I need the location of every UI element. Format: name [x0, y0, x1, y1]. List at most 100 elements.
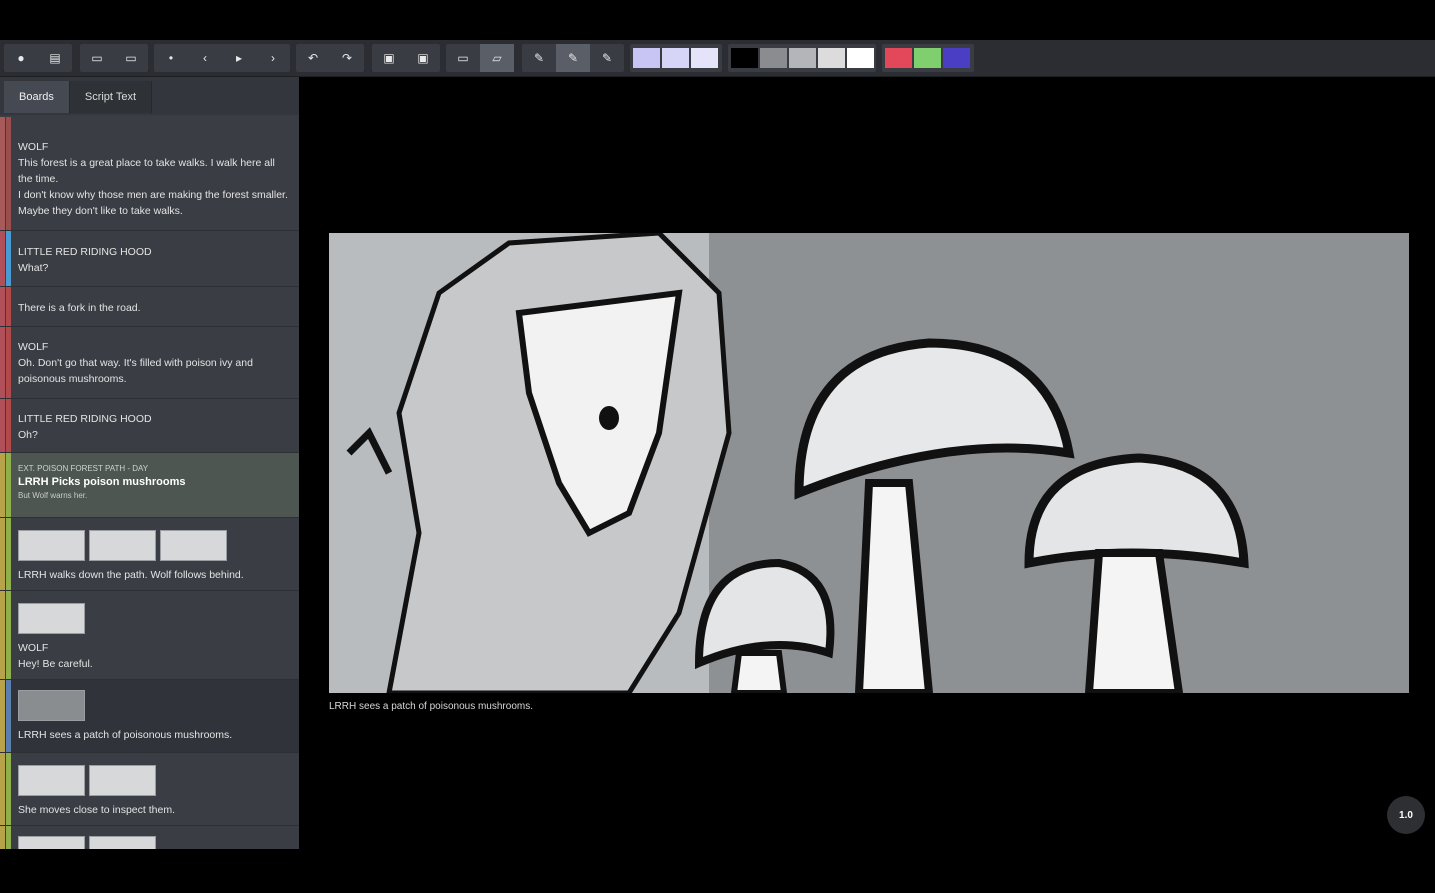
row-color-bar [0, 680, 5, 752]
navigation-group: • ‹ ▸ › [154, 44, 290, 72]
board-thumbnails [18, 690, 289, 721]
board-row-selected[interactable]: LRRH sees a patch of poisonous mushrooms… [0, 680, 299, 753]
row-color-bar [6, 826, 11, 849]
layer-down-icon[interactable]: ▣ [406, 44, 440, 72]
tab-script-text[interactable]: Script Text [69, 81, 153, 113]
board-thumbnails [18, 836, 289, 849]
dialogue: Hey! Be careful. [18, 658, 93, 670]
dialogue: This forest is a great place to take wal… [18, 157, 275, 185]
board-thumbnail[interactable] [18, 603, 85, 634]
brush-icon[interactable]: ✎ [590, 44, 624, 72]
board-thumbnails [18, 603, 289, 634]
dialogue: Oh. Don't go that way. It's filled with … [18, 357, 253, 385]
script-row[interactable]: LITTLE RED RIDING HOOD Oh? [0, 399, 299, 453]
prev-icon[interactable]: ‹ [188, 44, 222, 72]
info-icon[interactable]: ● [4, 44, 38, 72]
pencil-icon[interactable]: ✎ [522, 44, 556, 72]
row-color-bar [0, 399, 5, 452]
color-swatch[interactable] [633, 48, 660, 68]
row-color-bar [0, 518, 5, 590]
script-row[interactable]: There is a fork in the road. [0, 287, 299, 327]
board-row[interactable]: WOLF Hey! Be careful. [0, 591, 299, 680]
board-row[interactable] [0, 826, 299, 849]
board-thumbnail[interactable] [18, 690, 85, 721]
pen-group: ✎ ✎ ✎ [522, 44, 624, 72]
action: There is a fork in the road. [18, 302, 141, 314]
row-color-bar [6, 753, 11, 825]
row-color-bar [6, 327, 11, 398]
eraser-icon[interactable]: ▱ [480, 44, 514, 72]
color-swatch[interactable] [731, 48, 758, 68]
row-color-bar [0, 287, 5, 326]
row-color-bar [0, 753, 5, 825]
pen-icon[interactable]: ✎ [556, 44, 590, 72]
color-swatch[interactable] [885, 48, 912, 68]
board-thumbnail[interactable] [18, 765, 85, 796]
color-swatch[interactable] [760, 48, 787, 68]
scene-heading: EXT. POISON FOREST PATH - DAY [18, 464, 149, 473]
row-color-bar [6, 518, 11, 590]
palette-light [630, 44, 722, 72]
board-thumbnail[interactable] [160, 530, 227, 561]
bottom-bar [0, 849, 1435, 893]
row-color-bar [6, 399, 11, 452]
scene-row[interactable]: EXT. POISON FOREST PATH - DAY LRRH Picks… [0, 453, 299, 518]
speaker: LITTLE RED RIDING HOOD [18, 413, 152, 425]
play-icon[interactable]: ▸ [222, 44, 256, 72]
next-icon[interactable]: › [256, 44, 290, 72]
color-swatch[interactable] [847, 48, 874, 68]
tab-boards[interactable]: Boards [4, 81, 70, 113]
board-thumbnails [18, 530, 289, 561]
dialogue: Oh? [18, 429, 38, 441]
board-add-group: ▭ ▭ [80, 44, 148, 72]
board-action: She moves close to inspect them. [18, 804, 175, 816]
board-thumbnails [18, 765, 289, 796]
row-color-bar [6, 680, 11, 752]
color-swatch[interactable] [943, 48, 970, 68]
color-swatch[interactable] [691, 48, 718, 68]
scene-synopsis: But Wolf warns her. [18, 491, 88, 500]
script-list: WOLF This forest is a great place to tak… [0, 117, 299, 849]
redo-icon[interactable]: ↷ [330, 44, 364, 72]
speaker: WOLF [18, 341, 49, 353]
speaker: LITTLE RED RIDING HOOD [18, 246, 152, 258]
remove-board-icon[interactable]: ▭ [114, 44, 148, 72]
board-thumbnail[interactable] [89, 836, 156, 849]
drawing-canvas[interactable] [329, 233, 1409, 693]
main-stage: LRRH sees a patch of poisonous mushrooms… [299, 77, 1435, 849]
board-action: LRRH sees a patch of poisonous mushrooms… [18, 729, 233, 741]
script-row[interactable]: WOLF Oh. Don't go that way. It's filled … [0, 327, 299, 399]
dot-icon[interactable]: • [154, 44, 188, 72]
board-thumbnail[interactable] [18, 836, 85, 849]
zoom-indicator[interactable]: 1.0 [1387, 796, 1425, 834]
board-thumbnail[interactable] [89, 765, 156, 796]
script-row[interactable]: WOLF This forest is a great place to tak… [0, 117, 299, 231]
dialogue: What? [18, 262, 49, 274]
palette-gray [728, 44, 876, 72]
color-swatch[interactable] [818, 48, 845, 68]
board-row[interactable]: She moves close to inspect them. [0, 753, 299, 826]
eraser-rect-icon[interactable]: ▭ [446, 44, 480, 72]
dialogue: I don't know why those men are making th… [18, 189, 288, 217]
speaker: WOLF [18, 141, 49, 153]
script-row[interactable]: LITTLE RED RIDING HOOD What? [0, 231, 299, 287]
undo-icon[interactable]: ↶ [296, 44, 330, 72]
row-color-bar [6, 231, 11, 286]
row-color-bar [0, 826, 5, 849]
row-color-bar [6, 117, 11, 230]
row-color-bar [6, 287, 11, 326]
color-swatch[interactable] [914, 48, 941, 68]
board-action: LRRH walks down the path. Wolf follows b… [18, 569, 244, 581]
palette-accent [882, 44, 974, 72]
row-color-bar [0, 231, 5, 286]
color-swatch[interactable] [789, 48, 816, 68]
board-thumbnail[interactable] [89, 530, 156, 561]
toolbar: ● ▤ ▭ ▭ • ‹ ▸ › ↶ ↷ ▣ ▣ ▭ ▱ ✎ ✎ ✎ [0, 40, 1435, 77]
add-board-icon[interactable]: ▭ [80, 44, 114, 72]
board-thumbnail[interactable] [18, 530, 85, 561]
color-swatch[interactable] [662, 48, 689, 68]
board-row[interactable]: LRRH walks down the path. Wolf follows b… [0, 518, 299, 591]
layer-up-icon[interactable]: ▣ [372, 44, 406, 72]
board-edit-icon[interactable]: ▤ [38, 44, 72, 72]
board-caption: LRRH sees a patch of poisonous mushrooms… [329, 701, 533, 712]
